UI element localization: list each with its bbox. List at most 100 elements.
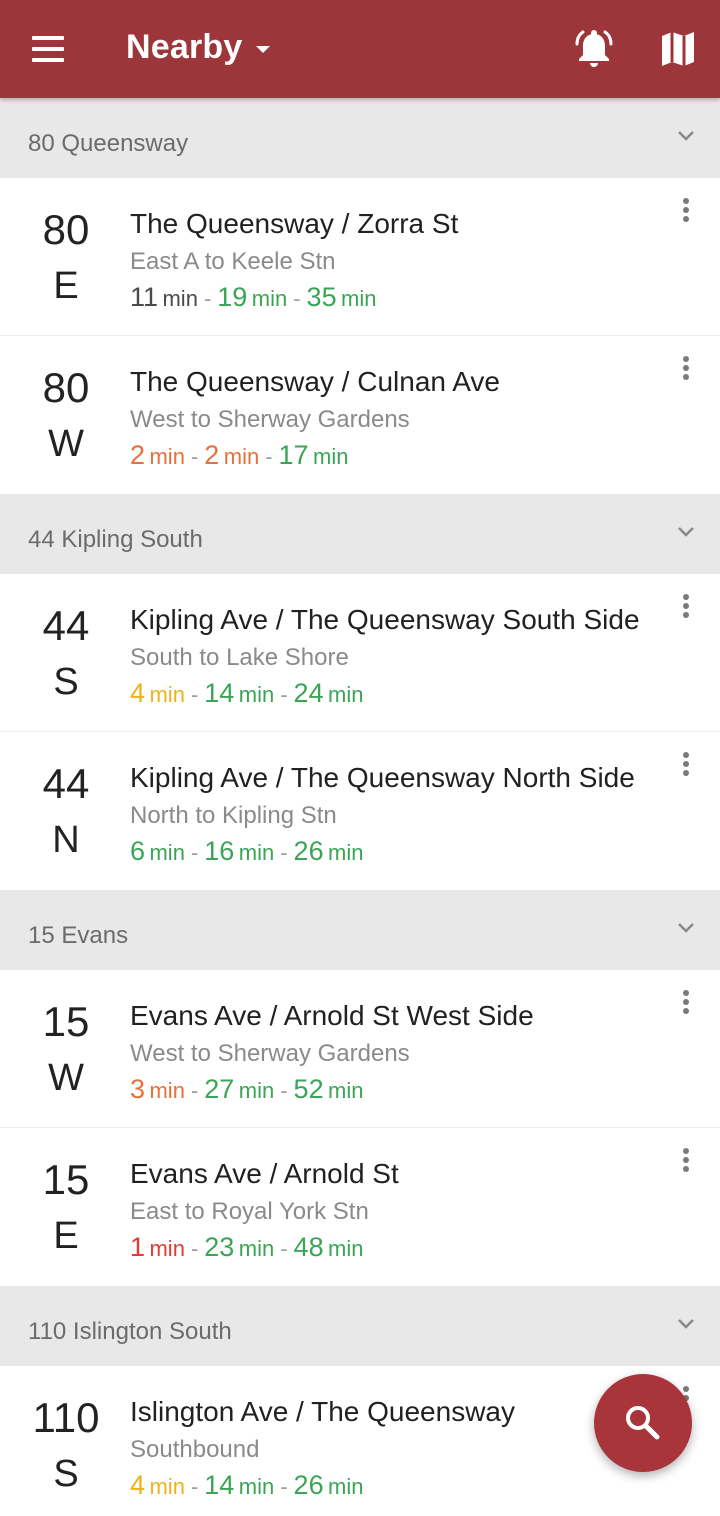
arrival-unit: min (328, 1474, 364, 1499)
arrival-minutes: 4 (130, 678, 146, 708)
route-direction: E (53, 265, 79, 307)
arrival-times: 11 min -19 min -35 min (130, 282, 377, 313)
arrival-unit: min (238, 1078, 275, 1103)
arrival-minutes: 48 (293, 1232, 324, 1262)
section-header[interactable]: 15 Evans (0, 890, 720, 970)
arrival-times: 1 min -23 min -48 min (130, 1232, 364, 1263)
arrival-unit: min (313, 444, 349, 469)
stop-name: The Queensway / Zorra St (130, 208, 459, 239)
stop-name: Evans Ave / Arnold St West Side (130, 1000, 534, 1031)
section-title: 15 Evans (28, 922, 129, 949)
stop-row[interactable]: 44 S Kipling Ave / The Queensway South Sid… (0, 574, 720, 732)
route-number: 80 (42, 364, 90, 411)
arrival-unit: min (341, 286, 377, 311)
stop-name: Kipling Ave / The Queensway North Side (130, 762, 635, 793)
stop-name: Evans Ave / Arnold St (130, 1158, 399, 1189)
time-separator: - (190, 1474, 199, 1499)
more-options-icon[interactable] (676, 990, 696, 1018)
more-options-icon[interactable] (676, 1148, 696, 1176)
more-options-icon[interactable] (676, 356, 696, 384)
stop-row[interactable]: 80 W The Queensway / Culnan Ave West to She… (0, 336, 720, 494)
stop-row[interactable]: 44 N Kipling Ave / The Queensway North Sid… (0, 732, 720, 890)
chevron-down-icon[interactable] (676, 918, 696, 938)
route-number: 110 (32, 1394, 100, 1441)
arrival-unit: min (238, 1474, 275, 1499)
arrival-unit: min (328, 1078, 364, 1103)
time-separator: - (280, 840, 288, 865)
route-number: 15 (42, 1156, 90, 1203)
chevron-down-icon[interactable] (676, 522, 696, 542)
destination: North to Kipling Stn (130, 802, 337, 829)
destination: West to Sherway Gardens (130, 406, 410, 433)
arrival-minutes: 2 (130, 440, 146, 470)
arrival-unit: min (328, 682, 364, 707)
arrival-unit: min (149, 1474, 185, 1499)
route-direction: W (48, 1057, 84, 1099)
arrival-minutes: 4 (130, 1470, 146, 1500)
arrival-unit: min (251, 286, 288, 311)
section-title: 80 Queensway (28, 130, 189, 157)
destination: South to Lake Shore (130, 644, 349, 671)
stop-row[interactable]: 15 E Evans Ave / Arnold St East to Royal Yo… (0, 1128, 720, 1286)
arrival-times: 4 min -14 min -24 min (130, 678, 364, 709)
arrival-unit: min (238, 840, 275, 865)
time-separator: - (280, 1078, 288, 1103)
destination: Southbound (130, 1436, 260, 1463)
chevron-down-icon[interactable] (676, 126, 696, 146)
route-direction: S (53, 1453, 79, 1495)
arrival-minutes: 2 (204, 440, 220, 470)
arrival-minutes: 19 (217, 282, 248, 312)
arrival-unit: min (149, 1078, 185, 1103)
menu-icon[interactable] (30, 34, 68, 64)
stop-row[interactable]: 80 E The Queensway / Zorra St East A to Kee… (0, 178, 720, 336)
chevron-down-icon[interactable] (676, 1314, 696, 1334)
section-header[interactable]: 44 Kipling South (0, 494, 720, 574)
section-title: 110 Islington South (28, 1318, 232, 1345)
time-separator: - (203, 286, 212, 311)
more-options-icon[interactable] (676, 198, 696, 226)
more-options-icon[interactable] (676, 752, 696, 780)
map-icon[interactable] (658, 30, 698, 68)
route-number: 44 (42, 760, 90, 807)
section-title: 44 Kipling South (28, 526, 203, 553)
route-number: 80 (42, 206, 90, 253)
arrival-minutes: 26 (293, 1470, 324, 1500)
arrival-minutes: 11 (130, 282, 159, 312)
route-direction: S (53, 661, 79, 703)
route-direction: W (48, 423, 84, 465)
stop-name: Kipling Ave / The Queensway South Side (130, 604, 640, 635)
section-header[interactable]: 110 Islington South (0, 1286, 720, 1366)
arrival-minutes: 27 (204, 1074, 235, 1104)
arrival-times: 6 min -16 min -26 min (130, 836, 364, 867)
section-header[interactable]: 80 Queensway (0, 98, 720, 178)
arrival-unit: min (238, 682, 275, 707)
stop-row[interactable]: 15 W Evans Ave / Arnold St West Side West t… (0, 970, 720, 1128)
time-separator: - (190, 1078, 199, 1103)
bell-alert-icon[interactable] (572, 28, 616, 70)
time-separator: - (280, 1236, 288, 1261)
stop-name: Islington Ave / The Queensway (130, 1396, 515, 1427)
destination: East A to Keele Stn (130, 248, 336, 275)
stop-name: The Queensway / Culnan Ave (130, 366, 500, 397)
destination: West to Sherway Gardens (130, 1040, 410, 1067)
route-number: 44 (42, 602, 90, 649)
nearby-stop-list[interactable]: 80 Queensway 80 E The Queensway / Zorra St E… (0, 98, 720, 1516)
nearby-dropdown[interactable]: Nearby (126, 28, 271, 67)
arrival-unit: min (328, 1236, 364, 1261)
arrival-minutes: 14 (204, 1470, 235, 1500)
route-direction: N (52, 819, 80, 861)
time-separator: - (293, 286, 301, 311)
arrival-minutes: 14 (204, 678, 235, 708)
more-options-icon[interactable] (676, 594, 696, 622)
arrival-minutes: 16 (204, 836, 235, 866)
route-number: 15 (42, 998, 90, 1045)
arrival-times: 4 min -14 min -26 min (130, 1470, 364, 1501)
search-fab-button[interactable] (594, 1374, 692, 1472)
arrival-times: 3 min -27 min -52 min (130, 1074, 364, 1105)
time-separator: - (190, 682, 199, 707)
time-separator: - (265, 444, 273, 469)
page-title: Nearby (126, 28, 243, 66)
arrival-minutes: 52 (293, 1074, 324, 1104)
time-separator: - (280, 1474, 288, 1499)
arrival-unit: min (223, 444, 260, 469)
